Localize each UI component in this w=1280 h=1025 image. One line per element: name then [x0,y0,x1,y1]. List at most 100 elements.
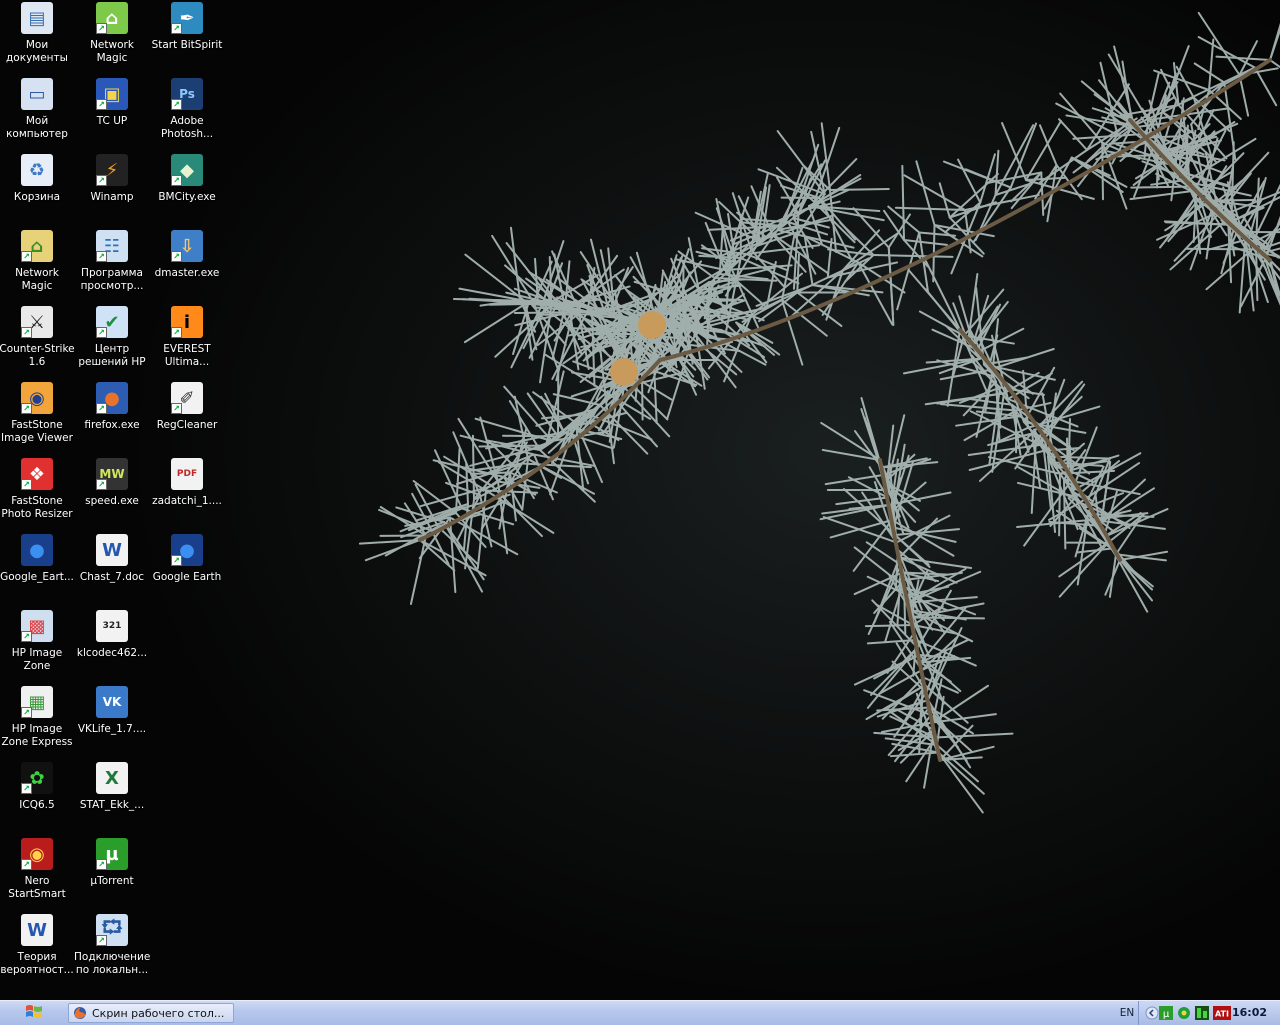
spruce-needle [830,189,889,190]
desktop-icon-label: Теория вероятност... [0,951,75,977]
taskbar-window-button[interactable]: Скрин рабочего стол... [68,1003,234,1023]
desktop-icon-label: Start BitSpirit [149,39,225,52]
svg-text:µ: µ [1163,1009,1170,1020]
shortcut-arrow-icon: ↗ [171,99,182,110]
desktop-icon-bmcity[interactable]: ◆↗BMCity.exe [150,154,224,228]
klcodec-icon: 321 [96,610,128,642]
desktop-icon-utorrent[interactable]: µ↗µTorrent [75,838,149,912]
desktop-icon-area: ▤ Мои документы ⌂↗ Network Magic✒↗Start Bit… [0,0,228,1000]
desktop-icon-download-master[interactable]: ⇩↗dmaster.exe [150,230,224,304]
hp-solution-center-icon: ✔↗ [96,306,128,338]
desktop-icon-label: Корзина [0,191,75,204]
shortcut-arrow-icon: ↗ [21,479,32,490]
desktop-icon-excel-file[interactable]: XSTAT_Ekk_... [75,762,149,836]
shortcut-arrow-icon: ↗ [96,99,107,110]
tray-expand-icon[interactable] [1145,1006,1159,1020]
desktop-icon-klcodec[interactable]: 321klcodec462... [75,610,149,684]
viewer-program-icon: ☷↗ [96,230,128,262]
desktop-icon-word-doc[interactable]: WChast_7.doc [75,534,149,608]
desktop-icon-network-folders[interactable]: ⌂↗Network Magic Folders [0,230,74,304]
my-computer-icon: ▭ [21,78,53,110]
desktop-icon-label: firefox.exe [74,419,150,432]
desktop-icon-google-earth[interactable]: ●↗Google Earth [150,534,224,608]
spruce-needle [1186,249,1260,250]
hp-image-zone-express-icon: ▦↗ [21,686,53,718]
my-documents-icon: ▤ [21,2,53,34]
pdf-file-icon: PDF [171,458,203,490]
desktop-icon-my-documents[interactable]: ▤ Мои документы [0,2,74,76]
language-indicator[interactable]: EN [1117,1005,1137,1021]
desktop-icon-winamp[interactable]: ⚡↗Winamp [75,154,149,228]
desktop-icon-label: STAT_Ekk_... [74,799,150,812]
desktop-icon-label: speed.exe [74,495,150,508]
desktop-icon-label: µTorrent [74,875,150,888]
network-magic-icon: ⌂↗ [96,2,128,34]
desktop-icon-network-magic[interactable]: ⌂↗ Network Magic [75,2,149,76]
desktop-icon-hp-image-zone-express[interactable]: ▦↗ HP Image Zone Express [0,686,74,760]
desktop-icon-word-doc[interactable]: WТеория вероятност... [0,914,74,988]
taskbar: Скрин рабочего стол... EN µ ATI 16:02 [0,1000,1280,1025]
desktop-icon-everest[interactable]: i↗EVEREST Ultima... [150,306,224,380]
desktop-icon-vklife[interactable]: VKVKLife_1.7.... [75,686,149,760]
utorrent-tray-icon[interactable]: µ [1159,1006,1173,1020]
shortcut-arrow-icon: ↗ [21,327,32,338]
nero-icon: ◉↗ [21,838,53,870]
hp-image-zone-icon: ▩↗ [21,610,53,642]
desktop-icon-bitspirit[interactable]: ✒↗Start BitSpirit [150,2,224,76]
desktop-icon-label: Chast_7.doc [74,571,150,584]
desktop-icon-pdf-file[interactable]: PDFzadatchi_1.... [150,458,224,532]
network-folders-icon: ⌂↗ [21,230,53,262]
shortcut-arrow-icon: ↗ [96,23,107,34]
shortcut-arrow-icon: ↗ [171,403,182,414]
shortcut-arrow-icon: ↗ [96,935,107,946]
desktop-icon-label: HP Image Zone Express [0,723,75,749]
desktop-icon-google-earth-installer[interactable]: ●Google_Eart... [0,534,74,608]
spruce-needle [473,436,474,500]
icq-icon: ✿↗ [21,762,53,794]
desktop-icon-regcleaner[interactable]: ✐↗ RegCleaner [150,382,224,456]
shortcut-arrow-icon: ↗ [171,555,182,566]
regcleaner-icon: ✐↗ [171,382,203,414]
desktop-icon-recycle-bin[interactable]: ♻Корзина [0,154,74,228]
spruce-needle [866,625,913,626]
firefox-icon: ●↗ [96,382,128,414]
desktop-icon-faststone-resizer[interactable]: ❖↗FastStone Photo Resizer [0,458,74,532]
desktop-icon-faststone-viewer[interactable]: ◉↗ FastStone Image Viewer [0,382,74,456]
desktop-icon-icq[interactable]: ✿↗ICQ6.5 [0,762,74,836]
shortcut-arrow-icon: ↗ [96,175,107,186]
shortcut-arrow-icon: ↗ [21,707,32,718]
desktop-icon-viewer-program[interactable]: ☷↗Программа просмотр... [75,230,149,304]
desktop-icon-counter-strike[interactable]: ⚔↗Counter-Strike 1.6 [0,306,74,380]
network-activity-icon[interactable] [1195,1006,1209,1020]
desktop-icon-label: FastStone Image Viewer [0,419,75,445]
desktop-icon-label: Центр решений HP [74,343,150,369]
start-button[interactable] [0,1001,68,1025]
desktop-icon-label: TC UP [74,115,150,128]
desktop-icon-label: Мои документы [0,39,75,65]
desktop-icon-my-computer[interactable]: ▭Мой компьютер [0,78,74,152]
faststone-viewer-icon: ◉↗ [21,382,53,414]
download-master-icon: ⇩↗ [171,230,203,262]
shortcut-arrow-icon: ↗ [96,251,107,262]
desktop-icon-nfs-speed[interactable]: MW↗ speed.exe [75,458,149,532]
desktop-icon-nero[interactable]: ◉↗Nero StartSmart [0,838,74,912]
shortcut-arrow-icon: ↗ [21,631,32,642]
desktop-icon-label: Network Magic [74,39,150,65]
desktop-icon-total-commander[interactable]: ▣↗TC UP [75,78,149,152]
desktop-icon-label: FastStone Photo Resizer [0,495,75,521]
desktop-icon-label: RegCleaner [149,419,225,432]
firefox-icon [73,1006,87,1020]
shortcut-arrow-icon: ↗ [171,175,182,186]
desktop-icon-network-connection[interactable]: ⮔↗Подключение по локальн... [75,914,149,988]
desktop-icon-label: Winamp [74,191,150,204]
icq-tray-icon[interactable] [1177,1006,1191,1020]
spruce-needle [542,314,606,315]
desktop-icon-firefox[interactable]: ●↗ firefox.exe [75,382,149,456]
desktop-icon-hp-solution-center[interactable]: ✔↗ Центр решений HP [75,306,149,380]
ati-tray-icon[interactable]: ATI [1213,1006,1231,1020]
nfs-speed-icon: MW↗ [96,458,128,490]
desktop-icon-hp-image-zone[interactable]: ▩↗HP Image Zone [0,610,74,684]
clock[interactable]: 16:02 [1232,1005,1267,1021]
desktop-icon-label: Google Earth [149,571,225,584]
desktop-icon-photoshop[interactable]: Ps↗Adobe Photosh... [150,78,224,152]
